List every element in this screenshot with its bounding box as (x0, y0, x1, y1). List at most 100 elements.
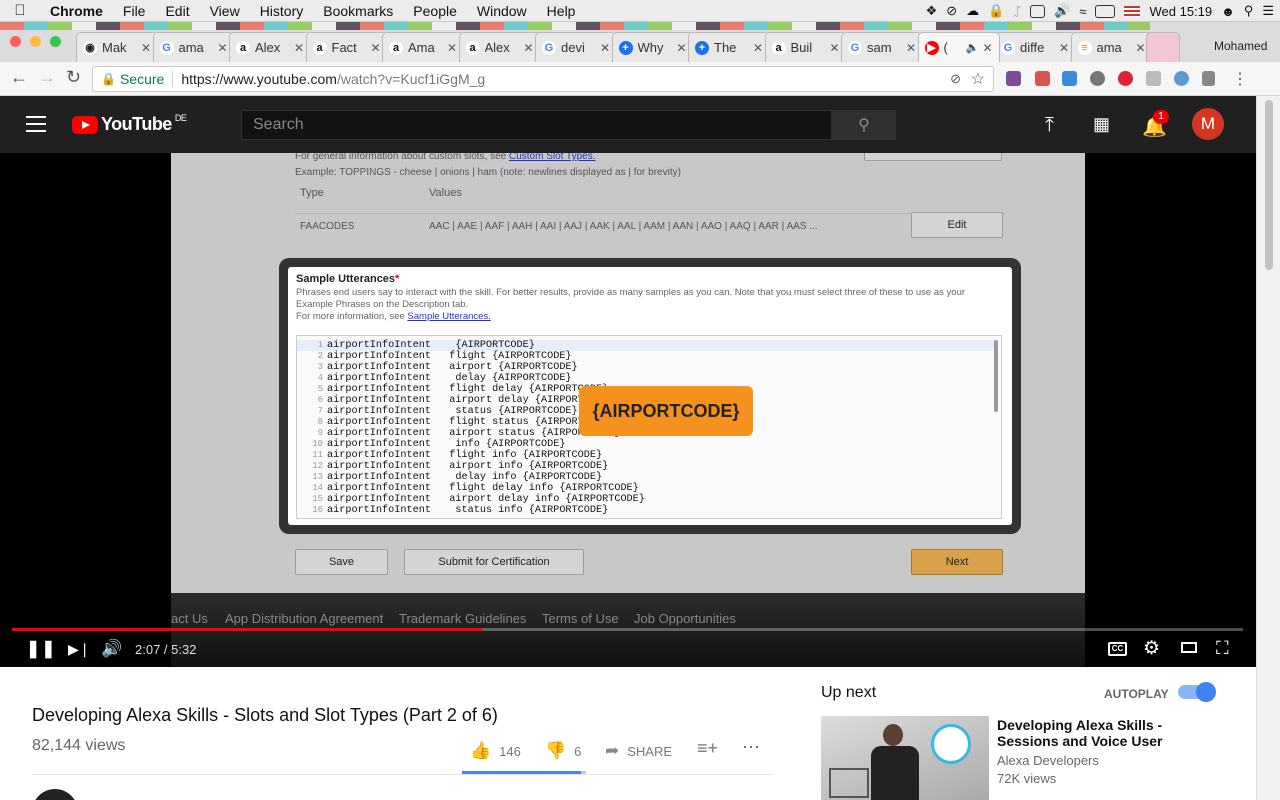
autoplay-toggle[interactable] (1178, 682, 1216, 702)
add-to-playlist-icon[interactable]: ≡+ (697, 738, 718, 759)
browser-tab[interactable]: Gdevi ✕ (535, 32, 617, 62)
tab-close-icon[interactable]: ✕ (829, 41, 839, 55)
menu-edit[interactable]: Edit (155, 3, 199, 19)
reload-icon[interactable]: ↻ (66, 67, 81, 88)
tab-close-icon[interactable]: ✕ (676, 41, 686, 55)
extension-icon-3[interactable] (1062, 71, 1077, 86)
menubar-clock[interactable]: Wed 15:19 (1149, 4, 1212, 19)
battery-monitor-icon[interactable] (1030, 4, 1046, 18)
tab-close-icon[interactable]: ✕ (906, 41, 916, 55)
browser-tab[interactable]: ◉ Mak ✕ (76, 32, 158, 62)
tab-close-icon[interactable]: ✕ (1059, 41, 1069, 55)
browser-tab[interactable]: a Ama ✕ (382, 32, 464, 62)
window-close-icon[interactable] (10, 36, 21, 47)
page-scrollbar[interactable] (1256, 96, 1280, 800)
like-button[interactable]: 👍 146 (470, 741, 521, 761)
lock-status-icon[interactable]: 🔒 (988, 3, 1004, 19)
menu-window[interactable]: Window (467, 3, 537, 19)
extension-icon-1[interactable] (1006, 71, 1021, 86)
next-video-thumbnail[interactable] (821, 716, 989, 800)
browser-tab[interactable]: + Why ✕ (611, 32, 694, 62)
extension-icon-7[interactable] (1174, 71, 1189, 86)
wifi-icon[interactable]: ≈ (1079, 4, 1086, 19)
tab-audio-icon[interactable]: 🔈 (966, 41, 980, 54)
cloud-upload-icon[interactable]: ☁ (966, 3, 979, 19)
address-bar[interactable]: 🔒 Secure https://www.youtube.com/watch?v… (92, 66, 994, 92)
account-avatar[interactable]: M (1192, 108, 1224, 140)
tab-close-icon[interactable]: ✕ (982, 41, 992, 55)
search-input[interactable]: Search (241, 110, 832, 140)
channel-avatar[interactable] (32, 789, 78, 800)
dislike-button[interactable]: 👎 6 (545, 741, 581, 761)
tab-close-icon[interactable]: ✕ (1135, 41, 1145, 55)
dropbox-icon[interactable]: ❖ (926, 3, 938, 19)
user-icon[interactable]: ☻ (1221, 4, 1235, 19)
browser-tab[interactable]: Gsam ✕ (841, 32, 923, 62)
tab-close-icon[interactable]: ✕ (523, 41, 533, 55)
theater-mode-icon[interactable] (1181, 642, 1197, 653)
search-button[interactable]: ⚲ (832, 110, 896, 140)
browser-tab[interactable]: a Alex ✕ (458, 32, 541, 62)
browser-tab[interactable]: ▶ (🔈 ✕ (917, 32, 1000, 62)
captions-icon[interactable]: CC (1108, 642, 1127, 656)
next-video-title[interactable]: Developing Alexa Skills - Sessions and V… (997, 717, 1167, 749)
settings-gear-icon[interactable]: ⚙ (1143, 637, 1160, 660)
extension-icon-6[interactable] (1146, 71, 1161, 86)
extension-icon-2[interactable] (1035, 71, 1050, 86)
menu-file[interactable]: File (113, 3, 156, 19)
us-flag-icon[interactable] (1124, 5, 1141, 17)
browser-tab[interactable]: a Fact ✕ (305, 32, 388, 62)
notification-center-icon[interactable]: ☰ (1262, 3, 1274, 19)
window-zoom-icon[interactable] (50, 36, 61, 47)
menu-bookmarks[interactable]: Bookmarks (313, 3, 403, 19)
page-scrollbar-thumb[interactable] (1265, 100, 1273, 270)
spotlight-search-icon[interactable]: ⚲ (1244, 3, 1254, 19)
tab-close-icon[interactable]: ✕ (217, 41, 227, 55)
menu-history[interactable]: History (250, 3, 314, 19)
next-video-icon[interactable]: ▶❘ (68, 641, 91, 658)
window-minimize-icon[interactable] (30, 36, 41, 47)
blocked-icon[interactable]: ⊘ (950, 71, 961, 87)
new-tab-button[interactable] (1146, 32, 1180, 62)
chrome-menu-icon[interactable]: ⋮ (1232, 69, 1248, 89)
tab-close-icon[interactable]: ✕ (294, 41, 304, 55)
bookmark-star-icon[interactable]: ☆ (971, 69, 985, 89)
video-player[interactable]: For general information about custom slo… (0, 153, 1256, 667)
extension-icon-4[interactable] (1090, 71, 1105, 86)
extension-icon-5[interactable] (1118, 71, 1133, 86)
share-button[interactable]: ➦ SHARE (605, 741, 672, 761)
video-progress-bar[interactable] (12, 628, 1243, 631)
apple-menu-icon[interactable]:  (0, 2, 40, 19)
tab-close-icon[interactable]: ✕ (600, 41, 610, 55)
browser-tab[interactable]: + The ✕ (688, 32, 770, 62)
bluetooth-icon[interactable]: ᛢ (1013, 4, 1021, 19)
volume-icon[interactable]: 🔊 (101, 639, 122, 659)
profile-name[interactable]: Mohamed (1186, 32, 1280, 58)
extension-icon-8[interactable] (1202, 71, 1215, 86)
browser-tab[interactable]: a Alex ✕ (229, 32, 311, 62)
menu-view[interactable]: View (200, 3, 250, 19)
browser-tab[interactable]: ≡ ama ✕ (1070, 32, 1153, 62)
pause-icon[interactable]: ❚❚ (26, 639, 57, 659)
tab-close-icon[interactable]: ✕ (447, 41, 457, 55)
browser-tab[interactable]: Gdiffe ✕ (994, 32, 1076, 62)
upload-icon[interactable]: ⤒ (1045, 114, 1054, 137)
more-actions-icon[interactable]: ⋯ (742, 737, 760, 758)
guide-menu-icon[interactable] (26, 116, 46, 132)
forward-icon[interactable]: → (38, 67, 56, 88)
menu-app-name[interactable]: Chrome (40, 3, 113, 19)
next-video-channel[interactable]: Alexa Developers (997, 753, 1099, 768)
menu-people[interactable]: People (403, 3, 467, 19)
fullscreen-icon[interactable]: ⛶ (1216, 638, 1229, 659)
volume-icon[interactable]: 🔊 (1054, 3, 1070, 19)
tab-close-icon[interactable]: ✕ (370, 41, 380, 55)
menu-help[interactable]: Help (537, 3, 586, 19)
apps-grid-icon[interactable]: ▦ (1093, 114, 1110, 135)
tab-close-icon[interactable]: ✕ (141, 41, 151, 55)
youtube-logo[interactable]: YouTube DE (72, 113, 187, 135)
browser-tab[interactable]: Gama ✕ (152, 32, 235, 62)
browser-tab[interactable]: a Buil ✕ (764, 32, 847, 62)
do-not-disturb-icon[interactable]: ⊘ (946, 3, 957, 19)
battery-icon[interactable] (1095, 4, 1116, 18)
tab-close-icon[interactable]: ✕ (753, 41, 763, 55)
